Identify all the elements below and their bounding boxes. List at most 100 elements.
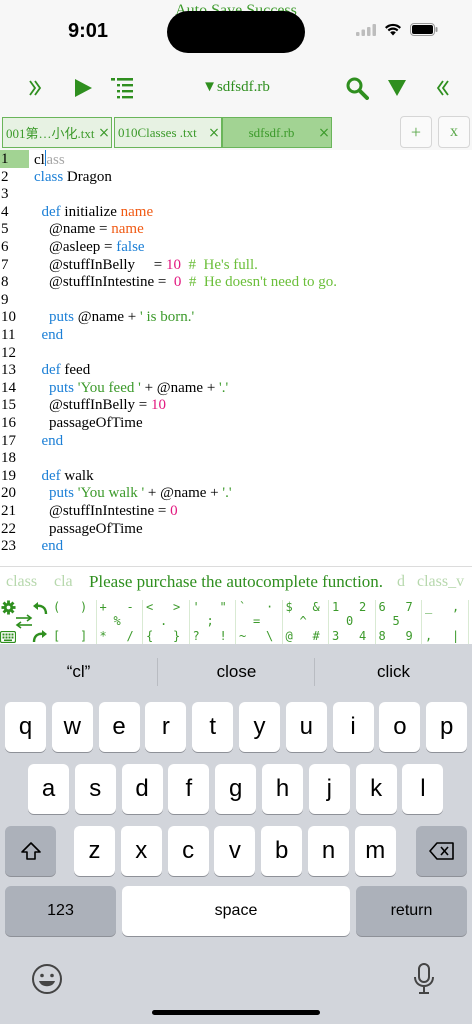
code-token: end <box>41 538 64 555</box>
code-line[interactable]: 4 def initialize name <box>0 203 472 221</box>
code-line[interactable]: 14 puts 'You feed ' + @name + '.' <box>0 379 472 397</box>
keyboard-suggestion[interactable]: click <box>315 644 472 700</box>
key-k[interactable]: k <box>355 764 397 814</box>
code-line[interactable]: 11 end <box>0 326 472 344</box>
key-v[interactable]: v <box>214 826 256 876</box>
code-line[interactable]: 7 @stuffInBelly = 10 # He's full. <box>0 256 472 274</box>
key-l[interactable]: l <box>402 764 444 814</box>
key-u[interactable]: u <box>285 702 327 752</box>
key-q[interactable]: q <box>5 702 46 752</box>
symbol-key[interactable]: () [] <box>50 600 97 644</box>
code-line[interactable]: 9 <box>0 291 472 309</box>
code-line[interactable]: 20 puts 'You walk ' + @name + '.' <box>0 484 472 502</box>
code-line[interactable]: 5 @name = name <box>0 220 472 238</box>
code-token: cl <box>34 152 45 168</box>
symbol-key[interactable]: 1 2 3 40 <box>329 600 376 644</box>
line-number: 18 <box>1 450 16 467</box>
key-y[interactable]: y <box>239 702 280 752</box>
search-button[interactable] <box>344 72 370 104</box>
code-line[interactable]: 17 end <box>0 432 472 450</box>
keyboard-suggestion[interactable]: close <box>158 644 315 700</box>
expand-right-button[interactable] <box>430 72 456 104</box>
code-token: ' is born.' <box>140 309 195 326</box>
tab-sdfsdf[interactable]: sdfsdf.rb × <box>222 117 332 148</box>
code-line[interactable]: 21 @stuffInIntestine = 0 <box>0 502 472 520</box>
close-tab-icon[interactable]: × <box>207 125 221 141</box>
symbol-key[interactable]: _,, | <box>422 600 469 644</box>
code-token: feed <box>60 362 91 379</box>
code-line[interactable]: 23 end <box>0 537 472 555</box>
key-c[interactable]: c <box>167 826 209 876</box>
line-number: 2 <box>1 168 9 185</box>
code-line[interactable]: 13 def feed <box>0 361 472 379</box>
key-i[interactable]: i <box>332 702 374 752</box>
key-o[interactable]: o <box>379 702 421 752</box>
symbol-glyph: , <box>452 600 460 614</box>
gear-icon[interactable] <box>1 600 16 615</box>
code-token: name <box>120 203 154 220</box>
collapse-down-button[interactable] <box>384 72 410 104</box>
key-w[interactable]: w <box>51 702 93 752</box>
symbol-key[interactable]: < > {}. <box>143 600 190 644</box>
code-text: def walk <box>34 467 94 485</box>
microphone-icon[interactable] <box>412 962 436 996</box>
new-tab-button[interactable]: + <box>400 116 432 148</box>
shift-key[interactable] <box>5 826 56 876</box>
symbol-glyph: < <box>146 600 154 614</box>
redo-icon[interactable] <box>32 629 48 643</box>
close-tab-icon[interactable]: × <box>317 125 331 141</box>
code-line[interactable]: 15 @stuffInBelly = 10 <box>0 396 472 414</box>
emoji-icon[interactable] <box>31 963 63 995</box>
code-line[interactable]: 12 <box>0 344 472 362</box>
key-n[interactable]: n <box>308 826 349 876</box>
keyboard-suggestion[interactable]: “cl” <box>0 644 157 700</box>
tab-010-classes[interactable]: 010Classes .txt × <box>114 117 222 148</box>
symbol-key[interactable]: ` · ~ \ = <box>236 600 283 644</box>
key-s[interactable]: s <box>74 764 116 814</box>
code-line[interactable]: 1 cl ass <box>0 150 472 168</box>
code-line[interactable]: 16 passageOfTime <box>0 414 472 432</box>
key-t[interactable]: t <box>192 702 234 752</box>
swap-arrows-icon[interactable] <box>15 614 33 629</box>
space-key[interactable]: space <box>122 886 350 936</box>
backspace-key[interactable] <box>416 826 467 876</box>
symbol-key[interactable]: ' "?!; <box>190 600 236 644</box>
key-x[interactable]: x <box>120 826 162 876</box>
close-tab-icon[interactable]: × <box>97 125 111 141</box>
code-editor[interactable]: 1 cl ass 2 class Dragon 3 4 def initialize nam… <box>0 150 472 566</box>
key-m[interactable]: m <box>354 826 396 876</box>
symbol-key[interactable]: $ & @ # ^ <box>283 600 329 644</box>
code-line[interactable]: 22 passageOfTime <box>0 520 472 538</box>
symbol-key[interactable]: 6 7 8 95 <box>376 600 422 644</box>
code-line[interactable]: 19 def walk <box>0 467 472 485</box>
key-p[interactable]: p <box>426 702 468 752</box>
code-line[interactable]: 18 <box>0 449 472 467</box>
key-b[interactable]: b <box>261 826 303 876</box>
key-g[interactable]: g <box>215 764 257 814</box>
code-line[interactable]: 8 @stuffInIntestine = 0 # He doesn't nee… <box>0 273 472 291</box>
key-e[interactable]: e <box>98 702 140 752</box>
key-z[interactable]: z <box>74 826 115 876</box>
return-key[interactable]: return <box>356 886 467 936</box>
code-line[interactable]: 10 puts @name + ' is born.' <box>0 308 472 326</box>
key-j[interactable]: j <box>308 764 350 814</box>
code-line[interactable]: 3 <box>0 185 472 203</box>
numbers-key[interactable]: 123 <box>5 886 116 936</box>
key-f[interactable]: f <box>168 764 210 814</box>
symbol-glyph: 0 <box>346 614 354 628</box>
close-all-tabs-button[interactable]: x <box>438 116 470 148</box>
code-token: class <box>34 168 64 185</box>
undo-icon[interactable] <box>32 601 48 615</box>
key-d[interactable]: d <box>121 764 163 814</box>
tab-001[interactable]: 001第…小化.txt × <box>2 117 112 148</box>
symbol-glyph: # <box>312 629 320 643</box>
code-line[interactable]: 2 class Dragon <box>0 168 472 186</box>
autocomplete-bar: class cla d class_v Please purchase the … <box>0 566 472 600</box>
key-r[interactable]: r <box>145 702 187 752</box>
key-h[interactable]: h <box>262 764 303 814</box>
key-a[interactable]: a <box>28 764 69 814</box>
code-line[interactable]: 6 @asleep = false <box>0 238 472 256</box>
keyboard-toggle-icon[interactable] <box>0 631 16 643</box>
symbol-key[interactable]: + - * /% <box>97 600 143 644</box>
